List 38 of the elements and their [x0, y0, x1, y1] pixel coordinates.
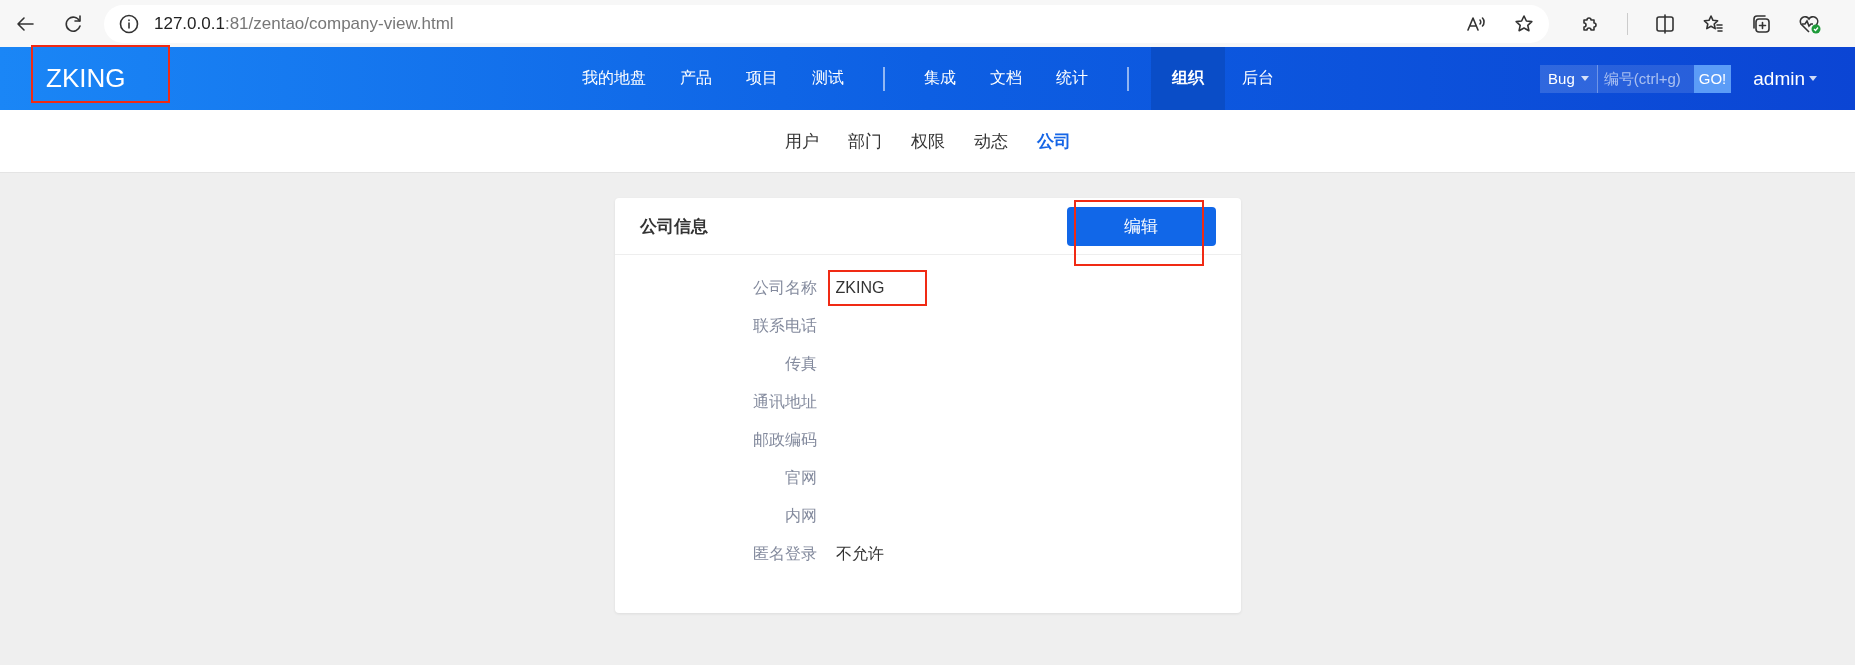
card-title: 公司信息	[639, 215, 708, 238]
field-label: 通讯地址	[751, 391, 817, 412]
subnav-tab[interactable]: 公司	[1036, 129, 1071, 153]
field-label: 传真	[783, 353, 817, 374]
field-label: 匿名登录	[751, 543, 817, 564]
field-label: 联系电话	[751, 315, 817, 336]
user-menu[interactable]: admin	[1753, 67, 1817, 90]
type-dropdown[interactable]: Bug	[1540, 64, 1598, 93]
subnav-tab[interactable]: 权限	[910, 129, 945, 153]
caret-icon	[1809, 76, 1817, 81]
favorites-icon[interactable]	[1702, 12, 1724, 35]
subnav-tab[interactable]: 部门	[847, 129, 882, 153]
reload-icon[interactable]	[62, 12, 84, 35]
collections-icon[interactable]	[1750, 12, 1772, 35]
field-value: 不允许	[835, 543, 884, 564]
nav-item[interactable]: 产品	[662, 47, 729, 110]
field-label: 公司名称	[751, 277, 817, 298]
field-label: 官网	[783, 467, 817, 488]
split-screen-icon[interactable]	[1654, 12, 1676, 35]
caret-icon	[1580, 76, 1589, 81]
nav-item[interactable]: 集成	[906, 47, 973, 110]
logo-text[interactable]: ZKING	[46, 63, 126, 94]
nav-item[interactable]: 统计	[1038, 47, 1105, 110]
nav-item[interactable]: 文档	[972, 47, 1039, 110]
info-icon[interactable]	[118, 12, 140, 35]
field-value: ZKING	[835, 279, 885, 297]
nav-item[interactable]: 我的地盘	[564, 47, 663, 110]
field-label: 内网	[783, 505, 817, 526]
nav-item[interactable]: 后台	[1224, 47, 1291, 110]
nav-item[interactable]: 测试	[794, 47, 861, 110]
edit-button[interactable]: 编辑	[1066, 206, 1216, 246]
url-text: 127.0.0.1:81/zentao/company-view.html	[154, 13, 455, 34]
nav-item[interactable]: 项目	[728, 47, 795, 110]
address-bar[interactable]: 127.0.0.1:81/zentao/company-view.html	[104, 4, 1549, 43]
field-label: 邮政编码	[751, 429, 817, 450]
subnav-tab[interactable]: 动态	[973, 129, 1008, 153]
nav-item[interactable]: 组织	[1150, 47, 1225, 110]
subnav-tab[interactable]: 用户	[784, 129, 819, 153]
